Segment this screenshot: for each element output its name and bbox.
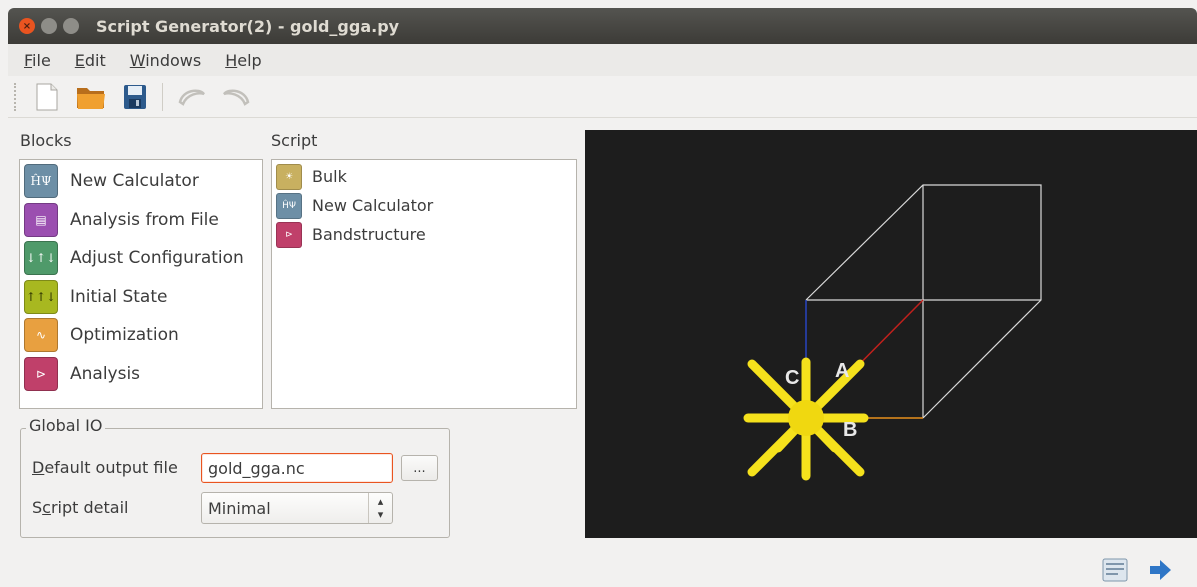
script-item-new-calculator[interactable]: ĤΨ New Calculator bbox=[272, 191, 576, 220]
script-detail-select[interactable]: Minimal ▴ ▾ bbox=[201, 492, 393, 524]
block-analysis[interactable]: ⊳ Analysis bbox=[20, 355, 262, 394]
script-detail-value: Minimal bbox=[208, 498, 271, 518]
redo-icon[interactable] bbox=[221, 82, 251, 112]
blocks-list[interactable]: ĤΨ New Calculator ▤ Analysis from File ↓… bbox=[19, 159, 263, 409]
axis-a-label: A bbox=[835, 360, 849, 382]
block-optimization[interactable]: ∿ Optimization bbox=[20, 316, 262, 355]
script-list[interactable]: ☀ Bulk ĤΨ New Calculator ⊳ Bandstructure bbox=[271, 159, 577, 409]
calculator-icon: ĤΨ bbox=[276, 192, 302, 219]
updown-arrow-icon: ▴ ▾ bbox=[368, 493, 392, 523]
script-detail-label: Script detail bbox=[32, 498, 129, 517]
block-label: New Calculator bbox=[70, 171, 199, 192]
toolbar bbox=[8, 76, 1197, 118]
log-icon[interactable] bbox=[1101, 557, 1129, 583]
window-title: Script Generator(2) - gold_gga.py bbox=[96, 16, 400, 36]
block-initial-state[interactable]: ↑↑↓ Initial State bbox=[20, 278, 262, 317]
default-output-file-label: Default output file bbox=[32, 458, 178, 477]
block-label: Optimization bbox=[70, 325, 179, 346]
global-io-title: Global IO bbox=[26, 416, 106, 435]
analysis-file-icon: ▤ bbox=[24, 202, 58, 237]
block-label: Analysis from File bbox=[70, 209, 219, 230]
title-bar: × Script Generator(2) - gold_gga.py bbox=[8, 8, 1197, 44]
adjust-configuration-icon: ↓↑↓ bbox=[24, 241, 58, 276]
block-new-calculator[interactable]: ĤΨ New Calculator bbox=[20, 162, 262, 201]
send-arrow-icon[interactable] bbox=[1146, 557, 1174, 583]
menu-help[interactable]: Help bbox=[225, 51, 261, 70]
maximize-window-button[interactable] bbox=[63, 18, 79, 34]
gold-atom-core bbox=[788, 400, 824, 436]
minimize-window-button[interactable] bbox=[41, 18, 57, 34]
menu-file[interactable]: File bbox=[24, 51, 51, 70]
script-heading: Script bbox=[271, 131, 318, 150]
undo-icon[interactable] bbox=[177, 82, 207, 112]
toolbar-grip[interactable] bbox=[14, 82, 18, 111]
menu-bar: File Edit Windows Help bbox=[8, 44, 1197, 76]
new-file-icon[interactable] bbox=[32, 82, 62, 112]
toolbar-separator bbox=[162, 82, 163, 111]
block-label: Adjust Configuration bbox=[70, 248, 244, 269]
menu-edit[interactable]: Edit bbox=[75, 51, 106, 70]
axis-b-label: B bbox=[843, 419, 857, 441]
block-label: Analysis bbox=[70, 363, 141, 384]
block-label: Initial State bbox=[70, 286, 168, 307]
calculator-icon: ĤΨ bbox=[24, 164, 58, 199]
menu-windows[interactable]: Windows bbox=[130, 51, 201, 70]
initial-state-icon: ↑↑↓ bbox=[24, 279, 58, 314]
block-analysis-from-file[interactable]: ▤ Analysis from File bbox=[20, 201, 262, 240]
script-item-label: New Calculator bbox=[312, 196, 434, 215]
block-adjust-configuration[interactable]: ↓↑↓ Adjust Configuration bbox=[20, 239, 262, 278]
close-window-button[interactable]: × bbox=[19, 18, 35, 34]
bulk-icon: ☀ bbox=[276, 163, 302, 190]
script-item-label: Bandstructure bbox=[312, 225, 426, 244]
analysis-icon: ⊳ bbox=[24, 356, 58, 391]
optimization-icon: ∿ bbox=[24, 318, 58, 353]
bandstructure-icon: ⊳ bbox=[276, 221, 302, 248]
script-item-bandstructure[interactable]: ⊳ Bandstructure bbox=[272, 220, 576, 249]
unit-cell-drawing: C A B bbox=[743, 184, 1042, 481]
script-item-label: Bulk bbox=[312, 167, 347, 186]
save-icon[interactable] bbox=[120, 82, 150, 112]
open-folder-icon[interactable] bbox=[76, 82, 106, 112]
default-output-file-input[interactable] bbox=[201, 453, 393, 483]
browse-button[interactable]: ... bbox=[401, 455, 438, 481]
axis-c-label: C bbox=[785, 367, 799, 389]
script-item-bulk[interactable]: ☀ Bulk bbox=[272, 162, 576, 191]
structure-viewer[interactable]: C A B bbox=[585, 130, 1197, 538]
blocks-heading: Blocks bbox=[20, 131, 72, 150]
